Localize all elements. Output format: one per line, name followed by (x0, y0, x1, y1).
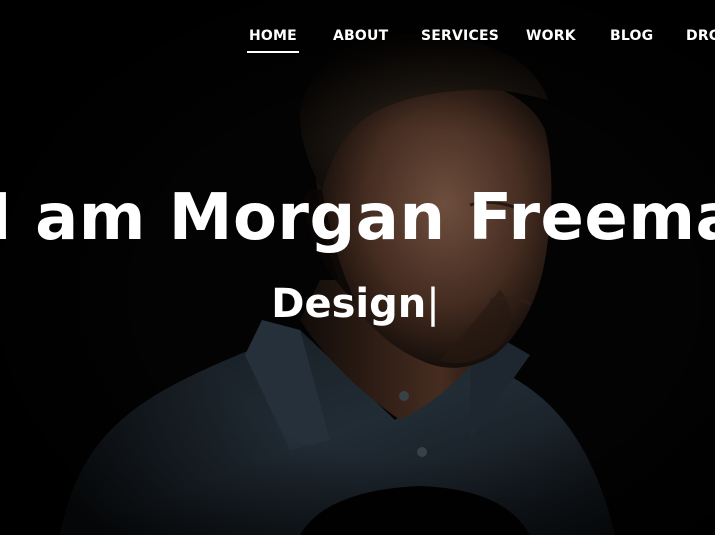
nav-work-link[interactable]: WORK (526, 27, 576, 45)
nav-services-link[interactable]: SERVICES (421, 27, 499, 45)
nav-overflow-link[interactable]: DRC (686, 27, 715, 45)
typed-word: Design (271, 281, 427, 327)
main-navigation: HOME ABOUT SERVICES WORK BLOG DRC (0, 0, 715, 70)
hero-headline: I am Morgan Freeman (0, 181, 715, 255)
hero-background-photo (0, 0, 715, 535)
nav-blog-link[interactable]: BLOG (610, 27, 653, 45)
hero-section: HOME ABOUT SERVICES WORK BLOG DRC I am M… (0, 0, 715, 535)
typed-text-line: Design| (0, 280, 715, 328)
typing-cursor: | (426, 281, 440, 327)
nav-about-link[interactable]: ABOUT (333, 27, 388, 45)
nav-home-link[interactable]: HOME (247, 27, 299, 53)
